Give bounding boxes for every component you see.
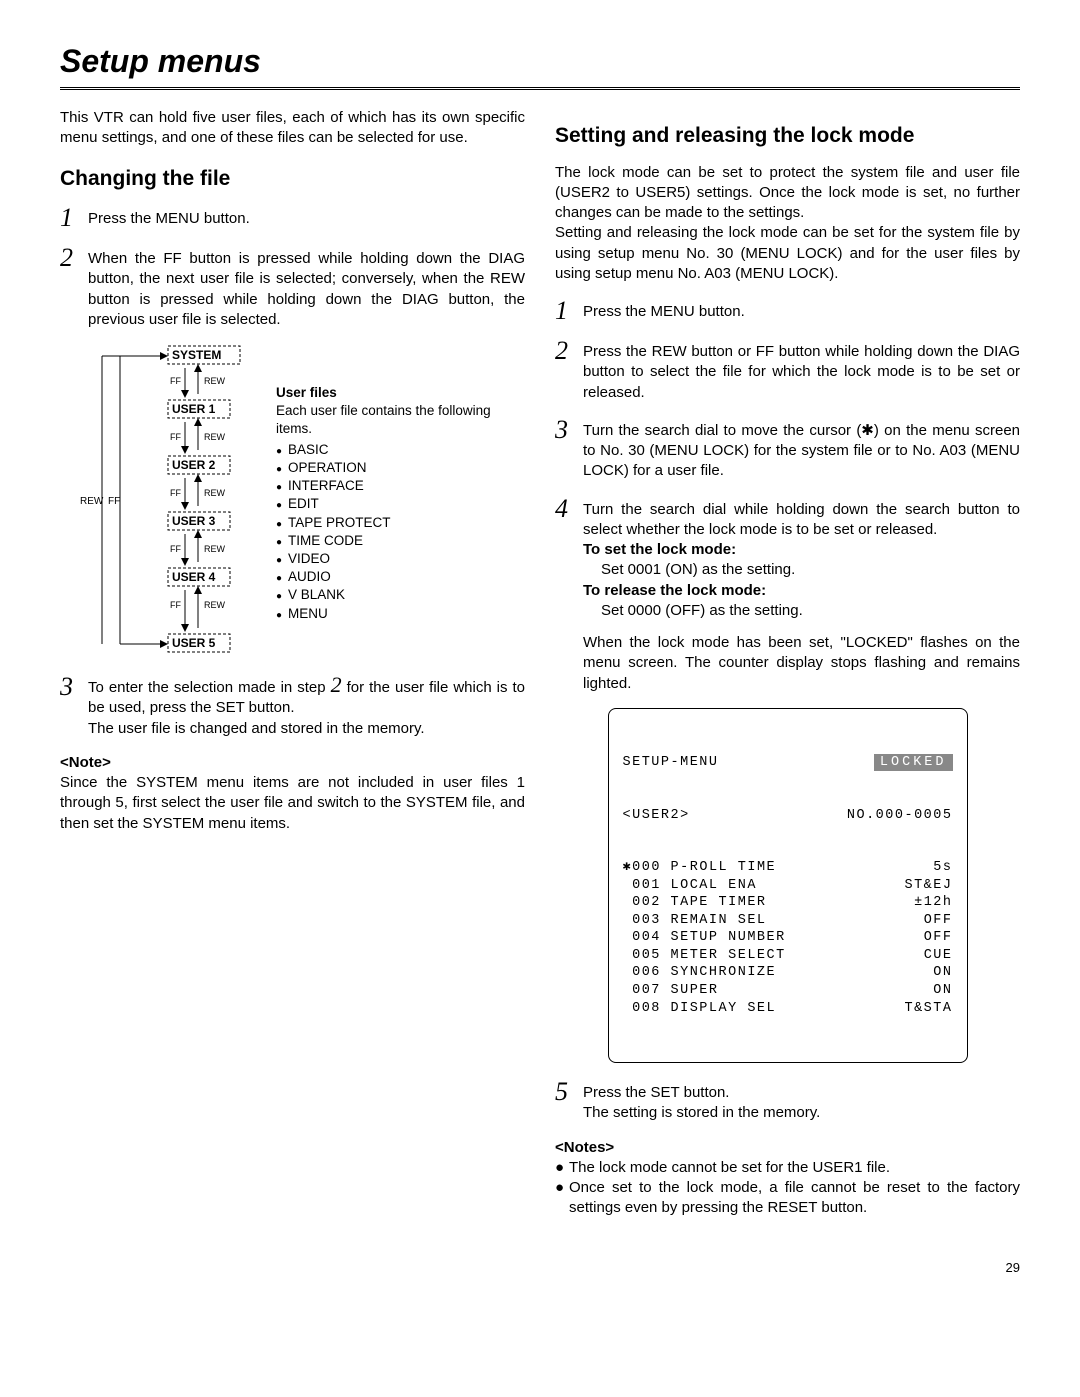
user1-box: USER 1 [172,402,216,416]
item: AUDIO [276,568,525,586]
step-number: 2 [60,245,88,330]
lock-intro-2: Setting and releasing the lock mode can … [555,223,1020,284]
item: EDIT [276,495,525,513]
set-lock-body: Set 0001 (ON) as the setting. [601,560,1020,580]
release-lock-title: To release the lock mode: [583,581,1020,601]
step-number: 3 [555,417,583,482]
menu-row: 005 METER SELECTCUE [623,947,953,965]
menu-row: 006 SYNCHRONIZEON [623,964,953,982]
set-lock-title: To set the lock mode: [583,540,1020,560]
file-diagram: REW FF SYSTEM USER 1 USER 2 [80,344,525,654]
user-files-items: BASIC OPERATION INTERFACE EDIT TAPE PROT… [276,441,525,623]
step-text: Press the SET button. The setting is sto… [583,1079,1020,1124]
user-files-desc: Each user file contains the following it… [276,402,525,438]
svg-text:FF: FF [170,544,181,554]
right-step-1: 1 Press the MENU button. [555,298,1020,324]
page-title: Setup menus [60,40,1020,83]
svg-text:REW: REW [204,544,226,554]
menu-row: 004 SETUP NUMBEROFF [623,929,953,947]
page-number: 29 [60,1259,1020,1277]
title-rule [60,87,1020,90]
step-text: To enter the selection made in step 2 fo… [88,674,525,739]
step-text: Press the MENU button. [583,298,1020,324]
step-text: When the FF button is pressed while hold… [88,245,525,330]
step-number: 3 [60,674,88,739]
menu-user-line-left: <USER2> [623,807,690,825]
menu-row: 003 REMAIN SELOFF [623,912,953,930]
menu-user-line-right: NO.000-0005 [847,807,953,825]
item: MENU [276,605,525,623]
left-column: This VTR can hold five user files, each … [60,108,525,1218]
system-box: SYSTEM [172,348,221,362]
user3-box: USER 3 [172,514,216,528]
svg-text:REW: REW [204,600,226,610]
user4-box: USER 4 [172,570,216,584]
note-bullet: ●The lock mode cannot be set for the USE… [555,1158,1020,1178]
svg-text:FF: FF [170,600,181,610]
step-number: 1 [555,298,583,324]
step-text: Turn the search dial to move the cursor … [583,417,1020,482]
right-column: Setting and releasing the lock mode The … [555,108,1020,1218]
step-number: 2 [555,338,583,403]
user-files-legend: User files Each user file contains the f… [276,344,525,625]
ff-label: FF [108,496,120,507]
rew-label: REW [80,496,104,507]
left-step-3: 3 To enter the selection made in step 2 … [60,674,525,739]
lock-result: When the lock mode has been set, "LOCKED… [583,633,1020,694]
menu-title: SETUP-MENU [623,754,719,772]
svg-text:FF: FF [170,488,181,498]
right-step-2: 2 Press the REW button or FF button whil… [555,338,1020,403]
step-number: 5 [555,1079,583,1124]
notes-heading: <Notes> [555,1138,1020,1158]
right-step-4: 4 Turn the search dial while holding dow… [555,496,1020,694]
lock-intro-1: The lock mode can be set to protect the … [555,163,1020,224]
step-text: Press the MENU button. [88,205,525,231]
svg-text:REW: REW [204,488,226,498]
diagram-svg: REW FF SYSTEM USER 1 USER 2 [80,344,266,654]
user5-box: USER 5 [172,636,216,650]
right-step-5: 5 Press the SET button. The setting is s… [555,1079,1020,1124]
changing-file-heading: Changing the file [60,165,525,193]
user2-box: USER 2 [172,458,216,472]
svg-text:REW: REW [204,376,226,386]
intro-text: This VTR can hold five user files, each … [60,108,525,149]
user-files-title: User files [276,384,525,402]
menu-row: 008 DISPLAY SELT&STA [623,1000,953,1018]
note-body: Since the SYSTEM menu items are not incl… [60,773,525,834]
item: VIDEO [276,550,525,568]
item: TAPE PROTECT [276,514,525,532]
item: TIME CODE [276,532,525,550]
lock-mode-heading: Setting and releasing the lock mode [555,122,1020,150]
step-number: 1 [60,205,88,231]
right-step-3: 3 Turn the search dial to move the curso… [555,417,1020,482]
menu-row: 001 LOCAL ENAST&EJ [623,877,953,895]
svg-text:FF: FF [170,376,181,386]
left-step-2: 2 When the FF button is pressed while ho… [60,245,525,330]
menu-screen: SETUP-MENU LOCKED <USER2> NO.000-0005 ✱0… [608,708,968,1063]
menu-row: 007 SUPERON [623,982,953,1000]
item: BASIC [276,441,525,459]
two-column-layout: This VTR can hold five user files, each … [60,108,1020,1218]
left-step-1: 1 Press the MENU button. [60,205,525,231]
menu-row: 002 TAPE TIMER±12h [623,894,953,912]
locked-badge: LOCKED [874,754,953,772]
menu-row: ✱000 P-ROLL TIME5s [623,859,953,877]
svg-text:FF: FF [170,432,181,442]
note-heading: <Note> [60,753,525,773]
item: V BLANK [276,586,525,604]
step-text: Turn the search dial while holding down … [583,496,1020,694]
item: OPERATION [276,459,525,477]
note-bullet: ●Once set to the lock mode, a file canno… [555,1178,1020,1219]
step-text: Press the REW button or FF button while … [583,338,1020,403]
svg-text:REW: REW [204,432,226,442]
item: INTERFACE [276,477,525,495]
release-lock-body: Set 0000 (OFF) as the setting. [601,601,1020,621]
step-number: 4 [555,496,583,694]
